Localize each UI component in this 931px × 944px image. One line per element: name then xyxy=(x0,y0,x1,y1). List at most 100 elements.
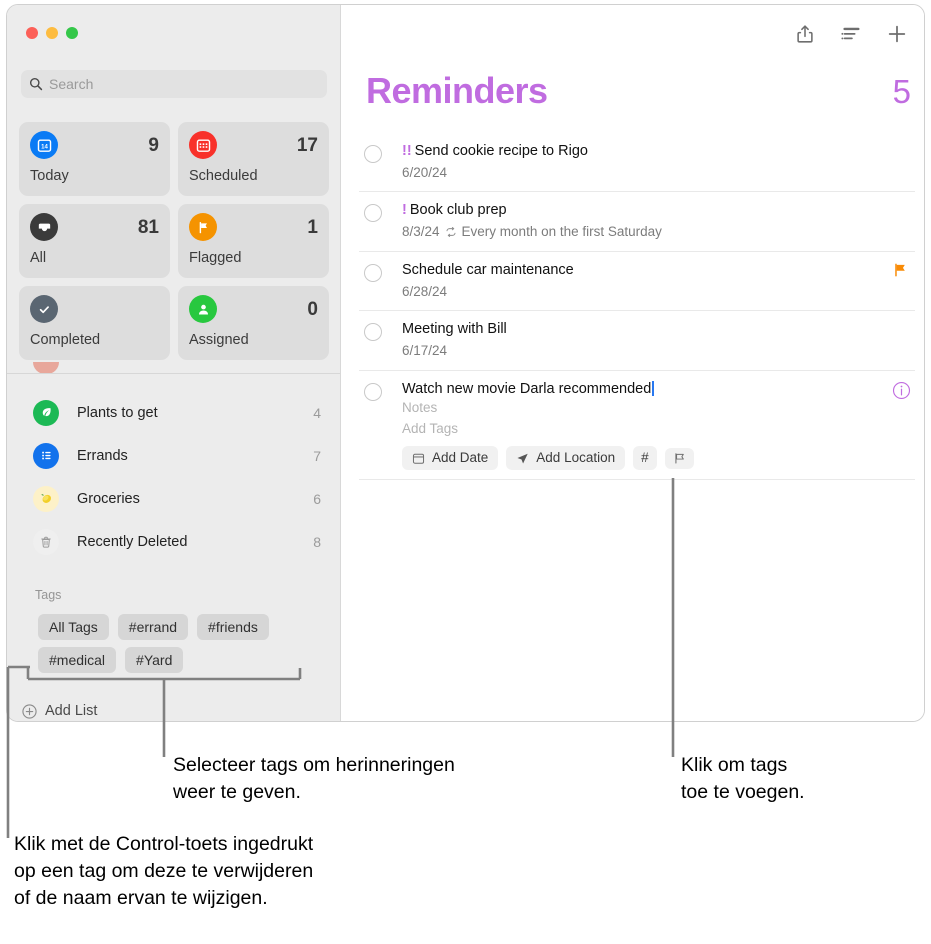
flag-icon xyxy=(895,263,905,277)
zoom-button[interactable] xyxy=(66,27,78,39)
complete-toggle[interactable] xyxy=(364,204,382,223)
flag-icon xyxy=(189,213,217,241)
reminder-title: Send cookie recipe to Rigo xyxy=(414,143,588,159)
toolbar xyxy=(794,23,908,45)
list-item-count: 4 xyxy=(313,404,321,421)
repeat-icon xyxy=(446,227,456,237)
list-item-label: Errands xyxy=(77,447,128,464)
sidebar-divider xyxy=(7,373,340,374)
add-tags-input[interactable]: Add Tags xyxy=(402,419,881,439)
reminder-body: Watch new movie Darla recommended Notes … xyxy=(402,380,915,471)
list-item-label: Groceries xyxy=(77,490,140,507)
reminder-subtitle: 8/3/24 Every month on the first Saturday xyxy=(402,222,881,242)
search-icon xyxy=(29,77,43,91)
search-input[interactable]: Search xyxy=(21,70,327,98)
list-item-label: Recently Deleted xyxy=(77,533,188,550)
svg-text:14: 14 xyxy=(41,144,48,150)
reminder-title-line: Schedule car maintenance xyxy=(402,261,881,280)
smart-list-scheduled[interactable]: 17 Scheduled xyxy=(178,122,329,196)
list-item-count: 6 xyxy=(313,490,321,507)
share-icon[interactable] xyxy=(794,23,816,45)
trash-icon xyxy=(33,528,59,555)
reminder-title-line: !! Send cookie recipe to Rigo xyxy=(402,142,881,161)
smart-list-flagged[interactable]: 1 Flagged xyxy=(178,204,329,278)
list-view-icon[interactable] xyxy=(840,23,862,45)
calendar-chip-icon xyxy=(412,453,425,464)
smart-list-all[interactable]: 81 All xyxy=(19,204,170,278)
bullet-list-icon xyxy=(33,442,59,469)
notes-input[interactable]: Notes xyxy=(402,398,881,418)
info-icon[interactable] xyxy=(892,381,911,400)
smart-list-assigned[interactable]: 0 Assigned xyxy=(178,286,329,360)
priority-marker: !! xyxy=(402,143,412,159)
reminder-title: Schedule car maintenance xyxy=(402,261,574,278)
tag-pill-errand[interactable]: #errand xyxy=(117,614,189,641)
reminder-title-line: Meeting with Bill xyxy=(402,320,881,339)
reminder-row[interactable]: Schedule car maintenance 6/28/24 xyxy=(359,252,915,312)
list-item-count: 7 xyxy=(313,447,321,464)
flag-toggle-button[interactable] xyxy=(664,447,694,469)
page-header: Reminders 5 xyxy=(366,73,911,109)
list-item-label: Plants to get xyxy=(77,404,158,421)
smart-list-completed[interactable]: Completed xyxy=(19,286,170,360)
reminder-title: Meeting with Bill xyxy=(402,321,507,338)
complete-toggle[interactable] xyxy=(364,323,382,342)
reminder-body: !! Send cookie recipe to Rigo 6/20/24 xyxy=(402,142,915,182)
minimize-button[interactable] xyxy=(46,27,58,39)
tag-pill-yard[interactable]: #Yard xyxy=(125,647,184,674)
smart-list-today[interactable]: 14 9 Today xyxy=(19,122,170,196)
add-date-label: Add Date xyxy=(432,449,489,465)
list-item-errands[interactable]: Errands 7 xyxy=(7,434,341,477)
tag-pill-friends[interactable]: #friends xyxy=(197,614,269,641)
checkmark-icon xyxy=(30,295,58,323)
reminder-body: ! Book club prep 8/3/24 Every month on th… xyxy=(402,201,915,241)
reminder-date: 6/20/24 xyxy=(402,164,448,180)
list-item-groceries[interactable]: Groceries 6 xyxy=(7,477,341,520)
flag-outline-icon xyxy=(675,452,684,464)
add-list-label: Add List xyxy=(45,703,98,719)
reminder-date: 6/28/24 xyxy=(402,283,448,299)
text-cursor xyxy=(652,380,654,396)
add-tag-button[interactable]: # xyxy=(633,445,657,471)
page-title: Reminders xyxy=(366,70,548,111)
list-item-count: 8 xyxy=(313,533,321,550)
reminder-title: Watch new movie Darla recommended xyxy=(402,380,652,397)
tag-pill-medical[interactable]: #medical xyxy=(38,647,117,674)
sidebar: Search 14 9 Today 17 Scheduled 81 All 1 … xyxy=(7,5,341,721)
plus-circle-icon xyxy=(22,703,37,719)
reminder-row[interactable]: !! Send cookie recipe to Rigo 6/20/24 xyxy=(359,133,915,193)
smart-list-label: Scheduled xyxy=(189,168,258,184)
add-list-button[interactable]: Add List xyxy=(22,703,97,719)
add-location-button[interactable]: Add Location xyxy=(506,445,626,471)
smart-list-count: 17 xyxy=(296,134,318,156)
smart-list-label: All xyxy=(30,250,47,266)
tag-pill-all-tags[interactable]: All Tags xyxy=(38,614,109,641)
plus-icon[interactable] xyxy=(886,23,908,45)
callout-tags-display: Selecteer tags om herinneringen weer te … xyxy=(173,754,455,803)
smart-list-count: 81 xyxy=(137,216,159,238)
hash-icon: # xyxy=(641,449,649,465)
complete-toggle[interactable] xyxy=(364,382,382,401)
complete-toggle[interactable] xyxy=(364,263,382,282)
reminder-title-line: ! Book club prep xyxy=(402,201,881,220)
inbox-tray-icon xyxy=(30,213,58,241)
list-item-recently-deleted[interactable]: Recently Deleted 8 xyxy=(7,520,341,563)
main-panel: Reminders 5 !! Send cookie recipe to Rigo… xyxy=(341,5,924,721)
reminder-date: 6/17/24 xyxy=(402,343,448,359)
search-placeholder: Search xyxy=(49,76,94,92)
tags-list: All Tags #errand #friends #medical #Yard xyxy=(38,614,328,674)
smart-list-label: Completed xyxy=(30,332,101,348)
reminder-subtitle: 6/17/24 xyxy=(402,341,881,361)
reminder-row-editing[interactable]: Watch new movie Darla recommended Notes … xyxy=(359,371,915,481)
reminder-body: Schedule car maintenance 6/28/24 xyxy=(402,261,915,301)
complete-toggle[interactable] xyxy=(364,145,382,163)
reminder-row[interactable]: Meeting with Bill 6/17/24 xyxy=(359,311,915,371)
calendar-days-icon xyxy=(189,131,217,159)
reminder-row[interactable]: ! Book club prep 8/3/24 Every month on th… xyxy=(359,192,915,252)
add-date-button[interactable]: Add Date xyxy=(402,445,499,471)
callout-tags-add: Klik om tags toe te voegen. xyxy=(681,754,805,803)
reminder-subtitle: 6/28/24 xyxy=(402,282,881,302)
reminder-title-input[interactable]: Watch new movie Darla recommended xyxy=(402,380,881,399)
list-item-plants-to-get[interactable]: Plants to get 4 xyxy=(7,391,341,434)
close-button[interactable] xyxy=(26,27,38,39)
